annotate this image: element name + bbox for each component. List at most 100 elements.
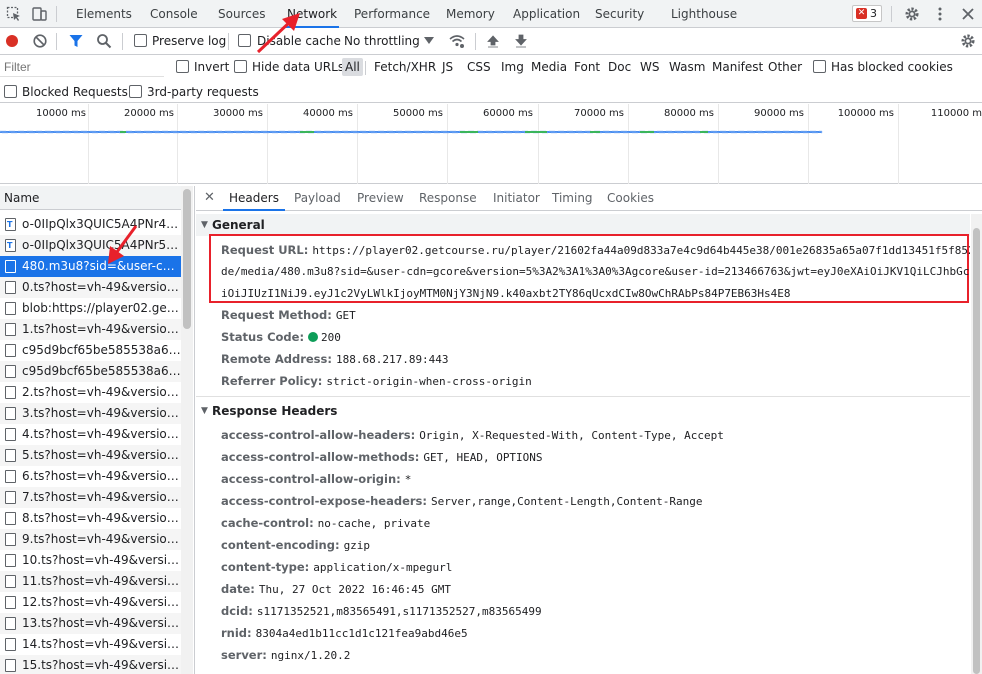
close-details-icon[interactable]: ✕ bbox=[204, 191, 215, 205]
document-file-icon bbox=[5, 235, 16, 256]
invert-checkbox[interactable] bbox=[176, 60, 189, 73]
third-party-requests-checkbox[interactable] bbox=[129, 85, 142, 98]
general-section-header[interactable]: ▼ General bbox=[196, 214, 970, 236]
tab-response[interactable]: Response bbox=[413, 186, 483, 211]
filter-type-doc[interactable]: Doc bbox=[605, 58, 634, 76]
filter-type-manifest[interactable]: Manifest bbox=[709, 58, 766, 76]
preserve-log-label: Preserve log bbox=[152, 34, 227, 48]
tab-lighthouse[interactable]: Lighthouse bbox=[669, 0, 739, 28]
filter-type-ws[interactable]: WS bbox=[637, 58, 662, 76]
request-row[interactable]: 6.ts?host=vh-49&version=2&... bbox=[0, 466, 181, 487]
response-headers-section-header[interactable]: ▼ Response Headers bbox=[196, 400, 970, 422]
request-row[interactable]: 4.ts?host=vh-49&version=2&... bbox=[0, 424, 181, 445]
request-row[interactable]: c95d9bcf65be585538a6bb89... bbox=[0, 361, 181, 382]
details-scrollbar[interactable] bbox=[971, 214, 982, 674]
header-key: access-control-allow-methods: bbox=[221, 450, 420, 464]
header-value: 8304a4ed1b11cc1d1c121fea9abd46e5 bbox=[255, 627, 468, 640]
filter-type-js[interactable]: JS bbox=[439, 58, 456, 76]
request-row[interactable]: 11.ts?host=vh-49&version=2... bbox=[0, 571, 181, 592]
clear-icon[interactable] bbox=[32, 33, 48, 49]
filter-type-fetch-xhr[interactable]: Fetch/XHR bbox=[371, 58, 439, 76]
file-icon bbox=[5, 281, 16, 294]
request-row[interactable]: 5.ts?host=vh-49&version=2&... bbox=[0, 445, 181, 466]
request-row[interactable]: c95d9bcf65be585538a6bb89... bbox=[0, 340, 181, 361]
request-row[interactable]: 15.ts?host=vh-49&version=2... bbox=[0, 655, 181, 674]
header-value: application/x-mpegurl bbox=[313, 561, 453, 574]
divider bbox=[228, 33, 229, 50]
request-row[interactable]: blob:https://player02.getcour... bbox=[0, 298, 181, 319]
overview-tick-label: 50000 ms bbox=[393, 108, 443, 119]
more-options-icon[interactable] bbox=[932, 6, 948, 22]
request-row[interactable]: 3.ts?host=vh-49&version=2&... bbox=[0, 403, 181, 424]
tab-memory[interactable]: Memory bbox=[444, 0, 497, 28]
tab-sources[interactable]: Sources bbox=[216, 0, 267, 28]
filter-icon[interactable] bbox=[68, 33, 84, 49]
preserve-log-checkbox[interactable] bbox=[134, 34, 147, 47]
file-icon bbox=[5, 260, 16, 273]
filter-type-all[interactable]: All bbox=[342, 58, 363, 76]
disable-cache-checkbox[interactable] bbox=[238, 34, 251, 47]
search-icon[interactable] bbox=[96, 33, 112, 49]
request-row[interactable]: 7.ts?host=vh-49&version=2&... bbox=[0, 487, 181, 508]
file-icon bbox=[5, 617, 16, 630]
tab-application[interactable]: Application bbox=[511, 0, 582, 28]
network-settings-gear-icon[interactable] bbox=[960, 33, 976, 49]
filter-type-css[interactable]: CSS bbox=[464, 58, 494, 76]
tab-elements[interactable]: Elements bbox=[74, 0, 134, 28]
tab-timing[interactable]: Timing bbox=[546, 186, 599, 211]
close-devtools-icon[interactable] bbox=[960, 6, 976, 22]
inspect-element-icon[interactable] bbox=[6, 6, 22, 22]
request-name: 1.ts?host=vh-49&version=2&... bbox=[22, 322, 181, 336]
request-row[interactable]: o-0IIpQlx3QUIC5A4PNr5TR... bbox=[0, 235, 181, 256]
tab-preview[interactable]: Preview bbox=[351, 186, 410, 211]
device-toolbar-icon[interactable] bbox=[31, 6, 47, 22]
tab-headers[interactable]: Headers bbox=[223, 186, 285, 211]
divider bbox=[122, 33, 123, 50]
request-row[interactable]: 1.ts?host=vh-49&version=2&... bbox=[0, 319, 181, 340]
throttling-select[interactable]: No throttling bbox=[344, 33, 420, 49]
overview-tick-label: 90000 ms bbox=[754, 108, 804, 119]
request-row-selected[interactable]: 480.m3u8?sid=&user-cdn=g... bbox=[0, 256, 181, 277]
filter-type-media[interactable]: Media bbox=[528, 58, 570, 76]
settings-gear-icon[interactable] bbox=[904, 6, 920, 22]
request-list-scrollbar[interactable] bbox=[181, 186, 193, 674]
tab-initiator[interactable]: Initiator bbox=[487, 186, 546, 211]
tab-network[interactable]: Network bbox=[285, 0, 340, 28]
request-row[interactable]: 8.ts?host=vh-49&version=2&... bbox=[0, 508, 181, 529]
filter-type-font[interactable]: Font bbox=[571, 58, 603, 76]
network-overview-timeline[interactable]: 10000 ms 20000 ms 30000 ms 40000 ms 5000… bbox=[0, 104, 982, 184]
name-column-header[interactable]: Name bbox=[0, 186, 181, 210]
tab-performance[interactable]: Performance bbox=[352, 0, 432, 28]
request-row[interactable]: 9.ts?host=vh-49&version=2&... bbox=[0, 529, 181, 550]
request-name: 8.ts?host=vh-49&version=2&... bbox=[22, 511, 181, 525]
error-count-badge[interactable]: ✕ 3 bbox=[852, 5, 882, 22]
tab-security[interactable]: Security bbox=[593, 0, 646, 28]
tab-cookies[interactable]: Cookies bbox=[601, 186, 660, 211]
file-icon bbox=[5, 575, 16, 588]
request-row[interactable]: o-0IIpQlx3QUIC5A4PNr4TR... bbox=[0, 214, 181, 235]
header-value: * bbox=[404, 473, 412, 486]
tab-console[interactable]: Console bbox=[148, 0, 200, 28]
hide-data-urls-checkbox[interactable] bbox=[234, 60, 247, 73]
filter-input[interactable] bbox=[0, 58, 164, 77]
request-row[interactable]: 0.ts?host=vh-49&version=2&... bbox=[0, 277, 181, 298]
import-har-icon[interactable] bbox=[485, 33, 501, 49]
network-conditions-icon[interactable] bbox=[449, 33, 465, 49]
request-row[interactable]: 13.ts?host=vh-49&version=2... bbox=[0, 613, 181, 634]
has-blocked-cookies-checkbox[interactable] bbox=[813, 60, 826, 73]
request-row[interactable]: 12.ts?host=vh-49&version=2... bbox=[0, 592, 181, 613]
overview-request-bars bbox=[0, 130, 823, 134]
request-row[interactable]: 14.ts?host=vh-49&version=2... bbox=[0, 634, 181, 655]
blocked-requests-checkbox[interactable] bbox=[4, 85, 17, 98]
export-har-icon[interactable] bbox=[513, 33, 529, 49]
tab-payload[interactable]: Payload bbox=[288, 186, 347, 211]
error-count: 3 bbox=[870, 7, 877, 20]
request-row[interactable]: 10.ts?host=vh-49&version=2... bbox=[0, 550, 181, 571]
scrollbar-thumb[interactable] bbox=[973, 228, 980, 674]
request-row[interactable]: 2.ts?host=vh-49&version=2&... bbox=[0, 382, 181, 403]
filter-type-other[interactable]: Other bbox=[765, 58, 805, 76]
filter-type-wasm[interactable]: Wasm bbox=[666, 58, 708, 76]
record-icon[interactable] bbox=[4, 33, 20, 49]
scrollbar-thumb[interactable] bbox=[183, 189, 191, 329]
filter-type-img[interactable]: Img bbox=[498, 58, 527, 76]
